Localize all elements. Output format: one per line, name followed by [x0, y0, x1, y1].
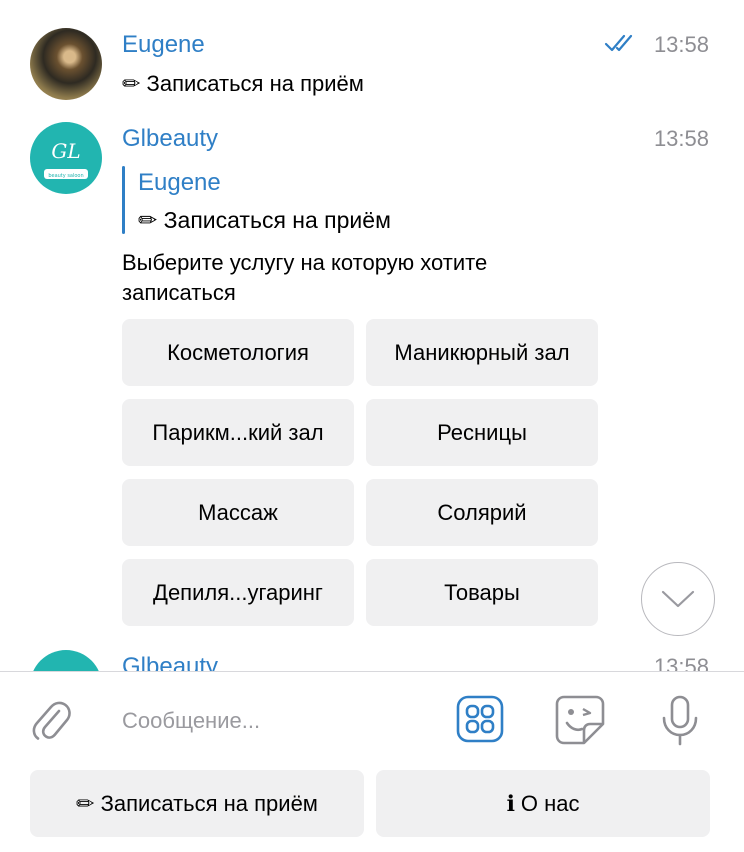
glbeauty-logo-icon: GL beauty saloon — [44, 139, 88, 179]
sticker-icon[interactable] — [554, 694, 606, 746]
reply-button-book-appointment[interactable]: ✏ Записаться на приём — [30, 770, 364, 837]
message-input-bar: Сообщение... — [0, 672, 744, 767]
microphone-icon[interactable] — [660, 694, 700, 746]
message-input[interactable]: Сообщение... — [122, 708, 260, 734]
message-text: ✏ Записаться на приём — [122, 71, 364, 96]
inline-button-solarium[interactable]: Солярий — [366, 479, 598, 546]
message-time: 13:58 — [653, 654, 709, 671]
inline-button-depilation[interactable]: Депиля...угаринг — [122, 559, 354, 626]
sender-name[interactable]: Glbeauty — [122, 653, 218, 671]
reply-sender[interactable]: Eugene — [138, 169, 221, 197]
chevron-down-icon — [661, 590, 695, 608]
message-text-line2: записаться — [122, 280, 236, 305]
message-time: 13:58 — [653, 32, 709, 57]
double-check-icon — [604, 33, 634, 58]
inline-button-goods[interactable]: Товары — [366, 559, 598, 626]
reply-button-about-us[interactable]: ℹ О нас — [376, 770, 710, 837]
inline-button-manicure[interactable]: Маникюрный зал — [366, 319, 598, 386]
svg-text:GL: GL — [51, 139, 80, 163]
chat-history[interactable]: Eugene 13:58 ✏ Записаться на приём GL be… — [0, 0, 744, 671]
sender-name[interactable]: Glbeauty — [122, 125, 218, 153]
reply-quote-bar — [122, 166, 125, 234]
message-time: 13:58 — [653, 126, 709, 151]
reply-keyboard: ✏ Записаться на приём ℹ О нас — [0, 767, 744, 852]
scroll-down-button[interactable] — [641, 562, 715, 636]
avatar-glbeauty[interactable] — [30, 650, 102, 671]
inline-button-cosmetology[interactable]: Косметология — [122, 319, 354, 386]
bot-commands-icon[interactable] — [456, 695, 504, 743]
paperclip-icon[interactable] — [28, 696, 74, 742]
avatar-glbeauty[interactable]: GL beauty saloon — [30, 122, 102, 194]
message-text-line1: Выберите услугу на которую хотите — [122, 250, 488, 275]
inline-button-massage[interactable]: Массаж — [122, 479, 354, 546]
reply-text: ✏ Записаться на приём — [138, 207, 391, 233]
sender-name[interactable]: Eugene — [122, 31, 205, 59]
avatar-eugene[interactable] — [30, 28, 102, 100]
svg-text:beauty saloon: beauty saloon — [48, 173, 83, 179]
inline-button-hairdresser[interactable]: Парикм...кий зал — [122, 399, 354, 466]
inline-button-eyelashes[interactable]: Ресницы — [366, 399, 598, 466]
